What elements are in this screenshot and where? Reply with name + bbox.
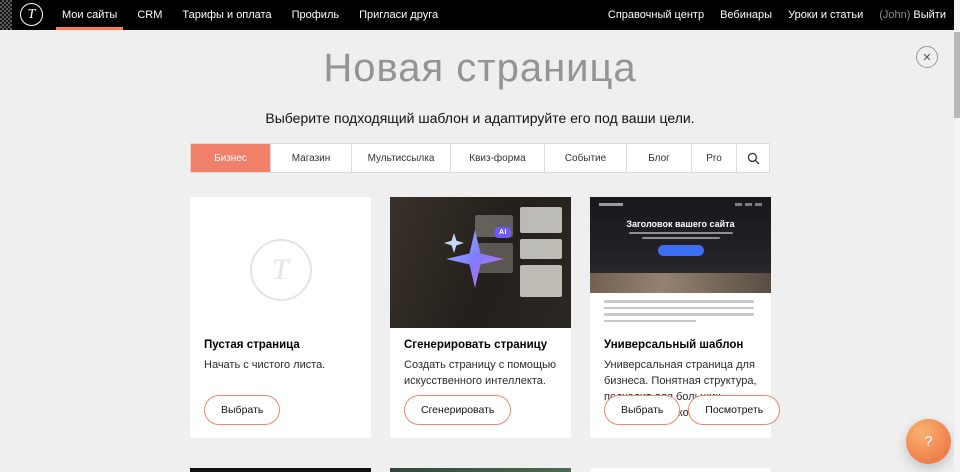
preview-text-line xyxy=(604,307,754,310)
tab-search[interactable] xyxy=(736,144,769,172)
template-card-universal: Заголовок вашего сайта Универсальный шаб… xyxy=(590,197,771,438)
watermark-letter: T xyxy=(272,253,289,287)
choose-universal-button[interactable]: Выбрать xyxy=(604,395,680,425)
template-card-partial[interactable] xyxy=(390,468,571,472)
search-icon xyxy=(747,152,760,165)
template-card-partial[interactable] xyxy=(590,468,771,472)
preview-block xyxy=(520,239,562,259)
preview-menu-bars xyxy=(735,203,762,206)
nav-webinars[interactable]: Вебинары xyxy=(712,9,780,21)
secondary-nav: Справочный центр Вебинары Уроки и статьи… xyxy=(600,0,960,30)
preview-text-line xyxy=(604,313,754,316)
preview-logo-bar xyxy=(599,203,623,206)
tab-business[interactable]: Бизнес xyxy=(191,144,270,172)
main-nav: Мои сайты CRM Тарифы и оплата Профиль Пр… xyxy=(52,0,448,30)
tab-quiz-form[interactable]: Квиз-форма xyxy=(450,144,544,172)
choose-blank-button[interactable]: Выбрать xyxy=(204,395,280,425)
template-card-generate: AI Сгенерировать страницу Создать страни… xyxy=(390,197,571,438)
page-subtitle: Выберите подходящий шаблон и адаптируйте… xyxy=(0,110,960,126)
card-actions: Выбрать xyxy=(204,395,280,425)
card-description: Создать страницу с помощью искусственног… xyxy=(404,358,561,390)
help-button[interactable]: ? xyxy=(906,419,951,464)
logout-link[interactable]: Выйти xyxy=(913,9,946,21)
tab-event[interactable]: Событие xyxy=(544,144,626,172)
preview-photo xyxy=(590,273,771,293)
tilda-watermark-icon: T xyxy=(250,239,312,301)
card-description: Начать с чистого листа. xyxy=(204,358,361,374)
card-title: Сгенерировать страницу xyxy=(404,339,561,351)
nav-pricing[interactable]: Тарифы и оплата xyxy=(172,0,281,30)
preview-block xyxy=(520,265,562,297)
template-preview-image: Заголовок вашего сайта xyxy=(590,197,771,293)
tab-blog[interactable]: Блог xyxy=(626,144,691,172)
preview-text-line xyxy=(629,232,733,234)
card-info: Пустая страница Начать с чистого листа. xyxy=(204,339,361,374)
tab-pro[interactable]: Pro xyxy=(691,144,736,172)
user-name: (John) xyxy=(879,9,910,21)
preview-cta-button xyxy=(658,245,704,256)
preview-heading: Заголовок вашего сайта xyxy=(590,219,771,229)
decorative-pattern xyxy=(0,0,12,30)
nav-lessons-articles[interactable]: Уроки и статьи xyxy=(780,9,871,21)
question-mark-icon: ? xyxy=(924,433,932,450)
ai-badge: AI xyxy=(495,227,511,238)
tilda-logo-icon[interactable]: T xyxy=(20,3,43,26)
preview-text-line xyxy=(642,237,720,239)
preview-universal-button[interactable]: Посмотреть xyxy=(688,395,780,425)
nav-profile[interactable]: Профиль xyxy=(282,0,350,30)
preview-block xyxy=(520,207,562,233)
card-info: Сгенерировать страницу Создать страницу … xyxy=(404,339,561,390)
preview-text-line xyxy=(604,300,754,303)
template-card-blank: T Пустая страница Начать с чистого листа… xyxy=(190,197,371,438)
nav-invite-friend[interactable]: Пригласи друга xyxy=(349,0,448,30)
preview-text-line xyxy=(604,320,696,323)
preview-header xyxy=(590,197,771,206)
page-title: Новая страница xyxy=(0,46,960,91)
preview-ui-blocks xyxy=(520,207,562,303)
card-title: Пустая страница xyxy=(204,339,361,351)
generate-button[interactable]: Сгенерировать xyxy=(404,395,511,425)
preview-text-section xyxy=(590,293,771,328)
template-category-tabs: Бизнес Магазин Мультиссылка Квиз-форма С… xyxy=(190,143,770,173)
template-card-partial[interactable] xyxy=(190,468,371,472)
card-title: Универсальный шаблон xyxy=(604,339,761,351)
scrollbar-thumb[interactable] xyxy=(954,32,960,118)
ai-preview-image: AI xyxy=(390,197,571,328)
new-page-modal: T Мои сайты CRM Тарифы и оплата Профиль … xyxy=(0,0,960,472)
nav-help-center[interactable]: Справочный центр xyxy=(600,9,712,21)
nav-my-sites[interactable]: Мои сайты xyxy=(52,0,127,30)
top-navigation-bar: T Мои сайты CRM Тарифы и оплата Профиль … xyxy=(0,0,960,30)
card-actions: Сгенерировать xyxy=(404,395,511,425)
tab-multilink[interactable]: Мультиссылка xyxy=(351,144,450,172)
scrollbar-track[interactable] xyxy=(954,0,960,472)
card-actions: Выбрать Посмотреть xyxy=(604,395,780,425)
nav-crm[interactable]: CRM xyxy=(127,0,172,30)
tab-shop[interactable]: Магазин xyxy=(270,144,351,172)
